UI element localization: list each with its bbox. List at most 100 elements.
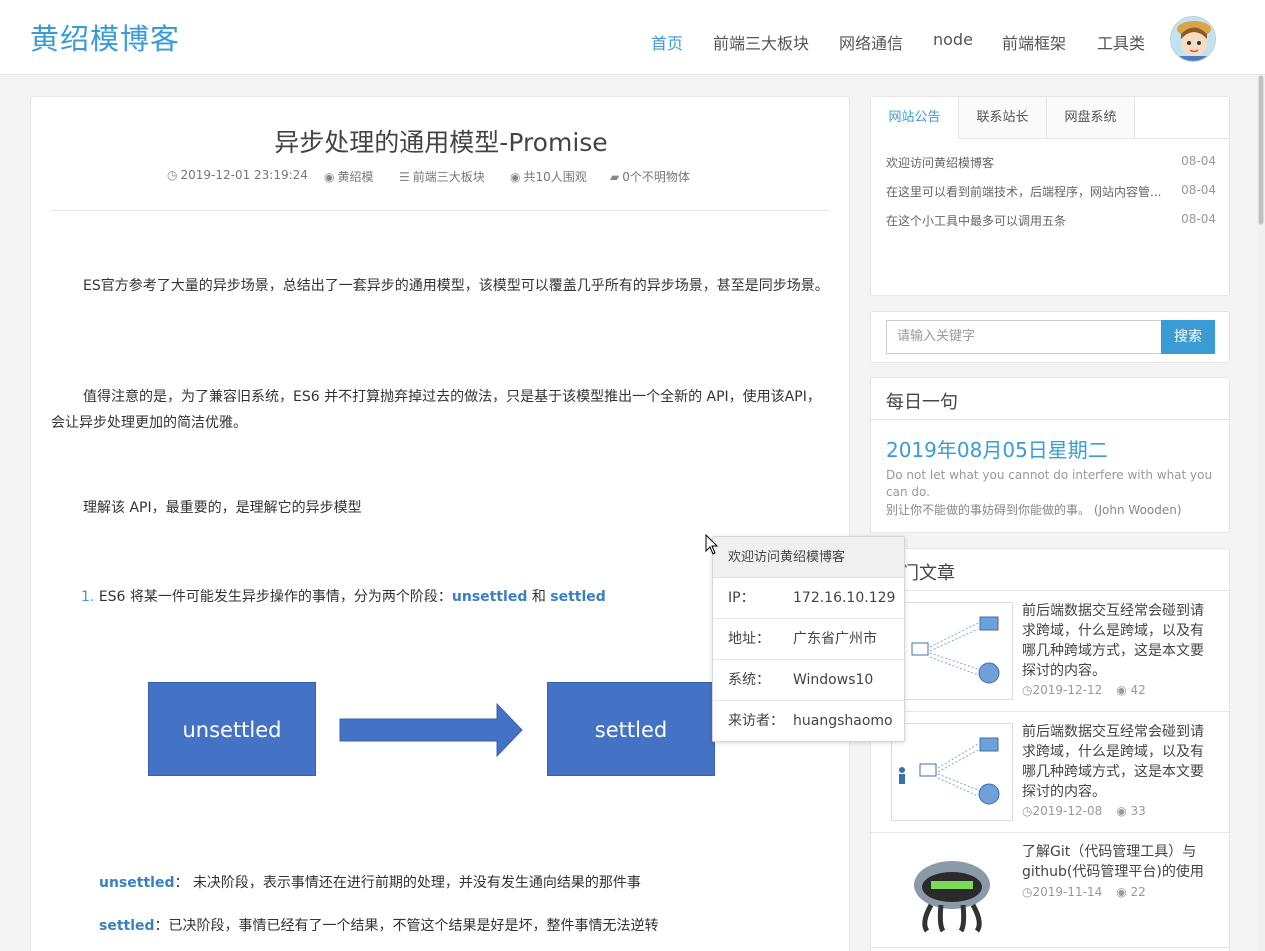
popup-value: 172.16.10.129 <box>793 590 896 606</box>
diagram-unsettled-box: unsettled <box>148 682 316 776</box>
hot-article-title[interactable]: 前后端数据交互经常会碰到请求跨域，什么是跨域，以及有哪几种跨域方式，这是本文要探… <box>1022 722 1217 802</box>
visitor-info-popup: 欢迎访问黄绍模博客 IP： 172.16.10.129 地址： 广东省广州市 系统：… <box>712 536 905 742</box>
daily-title: 每日一句 <box>886 392 958 413</box>
nav-tools[interactable]: 工具类 <box>1097 30 1145 54</box>
clock-icon: ◷ <box>1022 885 1033 899</box>
term-settled: settled <box>550 589 606 605</box>
popup-value: huangshaomo <box>793 713 893 729</box>
popup-row-visitor: 来访者： huangshaomo <box>713 701 904 742</box>
search-button[interactable]: 搜索 <box>1161 320 1215 354</box>
tab-netdisk[interactable]: 网盘系统 <box>1047 97 1135 139</box>
notice-text: 在这个小工具中最多可以调用五条 <box>886 214 1067 228</box>
site-header: 黄绍模博客 首页 前端三大板块 网络通信 node 前端框架 工具类 <box>0 0 1265 75</box>
meta-category-text: 前端三大板块 <box>412 170 485 184</box>
diagram-settled-box: settled <box>547 682 715 776</box>
divider <box>871 711 1229 712</box>
user-avatar[interactable] <box>1170 16 1216 62</box>
list-item-1: 1. ES6 将某一件可能发生异步操作的事情，分为两个阶段：unsettled … <box>81 586 606 606</box>
meta-category[interactable]: ☰ 前端三大板块 <box>399 168 485 185</box>
page-scrollbar[interactable] <box>1257 75 1265 951</box>
article-title: 异步处理的通用模型-Promise <box>274 128 608 157</box>
paragraph-2: 值得注意的是，为了兼容旧系统，ES6 并不打算抛弃掉过去的做法，只是基于该模型推… <box>51 389 821 431</box>
popup-key: 地址： <box>728 631 770 647</box>
divider <box>871 832 1229 833</box>
nav-frontend-three[interactable]: 前端三大板块 <box>713 30 809 54</box>
clock-icon: ◷ <box>1022 683 1033 697</box>
notice-card: 网站公告 联系站长 网盘系统 欢迎访问黄绍模博客 08-04 在这里可以看到前端技… <box>870 96 1230 296</box>
mouse-cursor-icon <box>705 534 719 555</box>
meta-author[interactable]: ◉ 黄绍模 <box>324 168 374 185</box>
def-term-settled: settled <box>99 918 155 934</box>
hot-article-meta: ◷2019-12-12 ◉ 42 <box>1022 683 1146 697</box>
scrollbar-thumb[interactable] <box>1258 75 1264 225</box>
nav-frameworks[interactable]: 前端框架 <box>1002 30 1066 54</box>
hot-article-meta: ◷2019-11-14 ◉ 22 <box>1022 885 1146 899</box>
def-term-unsettled: unsettled <box>99 875 175 891</box>
globe-icon: ◉ <box>324 170 335 184</box>
search-card: 请输入关键字 搜索 <box>870 311 1230 363</box>
hot-views: 33 <box>1130 804 1146 818</box>
list-icon: ☰ <box>399 170 410 184</box>
paragraph-3: 理解该 API，最重要的，是理解它的异步模型 <box>83 500 362 516</box>
def-text-settled: ：已决阶段，事情已经有了一个结果，不管这个结果是好是坏，整件事情无法逆转 <box>154 918 659 934</box>
daily-quote-card: 每日一句 2019年08月05日星期二 Do not let what you … <box>870 377 1230 533</box>
hot-title: 门文章 <box>901 563 955 584</box>
divider <box>871 947 1229 948</box>
eye-icon: ◉ <box>1116 885 1131 899</box>
notice-item[interactable]: 欢迎访问黄绍模博客 08-04 <box>886 154 1216 171</box>
tab-underline <box>1135 138 1229 139</box>
tab-notice[interactable]: 网站公告 <box>871 97 959 139</box>
eye-icon: ◉ <box>1116 683 1131 697</box>
notice-item[interactable]: 在这里可以看到前端技术，后端程序，网站内容管... 08-04 <box>886 183 1216 200</box>
arrow-right-icon <box>339 703 523 757</box>
hot-views: 22 <box>1130 885 1146 899</box>
divider <box>871 590 1229 591</box>
clock-icon: ◷ <box>1022 804 1033 818</box>
list-text: ES6 将某一件可能发生异步操作的事情，分为两个阶段： <box>98 589 452 605</box>
article-card: 异步处理的通用模型-Promise ◷ 2019-12-01 23:19:24 ◉… <box>30 96 850 951</box>
article-thumbnail[interactable] <box>891 843 1013 941</box>
divider <box>51 210 829 211</box>
hot-date: 2019-12-12 <box>1032 683 1103 697</box>
meta-comments[interactable]: ▰ 0个不明物体 <box>610 168 690 185</box>
site-logo[interactable]: 黄绍模博客 <box>30 16 180 58</box>
meta-date: ◷ 2019-12-01 23:19:24 <box>167 168 308 182</box>
popup-title: 欢迎访问黄绍模博客 <box>713 537 904 578</box>
popup-key: 系统： <box>728 672 770 688</box>
nav-home[interactable]: 首页 <box>651 30 683 54</box>
hot-date: 2019-11-14 <box>1032 885 1103 899</box>
hot-article-meta: ◷2019-12-08 ◉ 33 <box>1022 804 1146 818</box>
tab-contact[interactable]: 联系站长 <box>959 97 1047 139</box>
notice-item[interactable]: 在这个小工具中最多可以调用五条 08-04 <box>886 212 1216 229</box>
definition-unsettled: unsettled： 未决阶段，表示事情还在进行前期的处理，并没有发生通向结果的… <box>99 872 641 892</box>
nav-network[interactable]: 网络通信 <box>839 30 903 54</box>
eye-icon: ◉ <box>510 170 521 184</box>
meta-author-text: 黄绍模 <box>337 170 374 184</box>
clock-icon: ◷ <box>167 168 178 182</box>
article-thumbnail[interactable] <box>891 723 1013 821</box>
popup-row-system: 系统： Windows10 <box>713 660 904 701</box>
meta-date-text: 2019-12-01 23:19:24 <box>180 168 308 182</box>
meta-views-text: 共10人围观 <box>523 170 587 184</box>
search-input[interactable]: 请输入关键字 <box>886 320 1162 354</box>
popup-value: Windows10 <box>793 672 874 688</box>
notice-date: 08-04 <box>1181 154 1216 168</box>
nav-node[interactable]: node <box>933 30 973 49</box>
term-unsettled: unsettled <box>451 589 528 605</box>
hot-article-title[interactable]: 前后端数据交互经常会碰到请求跨域，什么是跨域，以及有哪几种跨域方式，这是本文要探… <box>1022 601 1217 681</box>
daily-date: 2019年08月05日星期二 <box>886 438 1108 462</box>
daily-quote-en: Do not let what you cannot do interfere … <box>886 468 1213 499</box>
popup-key: 来访者： <box>728 713 784 729</box>
notice-date: 08-04 <box>1181 212 1216 226</box>
notice-text: 欢迎访问黄绍模博客 <box>886 156 995 170</box>
daily-quote-cn: 别让你不能做的事妨碍到你能做的事。 (John Wooden) <box>886 503 1182 517</box>
hot-article-title[interactable]: 了解Git（代码管理工具）与github(代码管理平台)的使用 <box>1022 842 1217 882</box>
definition-settled: settled：已决阶段，事情已经有了一个结果，不管这个结果是好是坏，整件事情无… <box>99 915 659 935</box>
popup-row-ip: IP： 172.16.10.129 <box>713 578 904 619</box>
hot-date: 2019-12-08 <box>1032 804 1103 818</box>
hot-views: 42 <box>1130 683 1146 697</box>
meta-comments-text: 0个不明物体 <box>622 170 690 184</box>
notice-date: 08-04 <box>1181 183 1216 197</box>
popup-row-address: 地址： 广东省广州市 <box>713 619 904 660</box>
article-thumbnail[interactable] <box>891 602 1013 700</box>
